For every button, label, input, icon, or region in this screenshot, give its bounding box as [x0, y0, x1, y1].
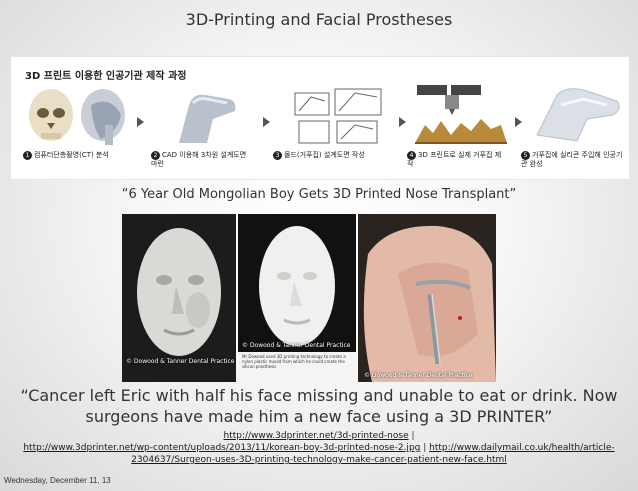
arrow-icon: [515, 117, 522, 127]
diagram-title: 3D 프린트 이용한 인공기관 제작 과정: [25, 71, 187, 82]
silicone-prosthesis-photo: © Dowood & Tanner Dental Practice: [358, 214, 496, 382]
step-1-number: 1: [23, 151, 32, 160]
step-3-label: 몰드(거푸집) 설계도면 작성: [284, 151, 365, 159]
slide-title: 3D-Printing and Facial Prostheses: [185, 10, 453, 29]
arrow-icon: [137, 117, 144, 127]
arrow-icon: [399, 117, 406, 127]
source-links: http://www.3dprinter.net/3d-printed-nose…: [6, 430, 632, 466]
step-5-caption: 5 거푸집에 실리콘 주입해 인공기관 완성: [521, 151, 625, 169]
step-5-number: 5: [521, 151, 530, 160]
footer-date: Wednesday, December 11, 13: [4, 476, 111, 485]
mold-design-image: [275, 85, 395, 177]
step-3-number: 3: [273, 151, 282, 160]
photo-caption: Mr Dowood used 3D printing technology to…: [242, 354, 346, 369]
step-1-label: 컴퓨터단층촬영(CT) 분석: [34, 151, 109, 159]
photo-credit: © Dowood & Tanner Dental Practice: [364, 372, 473, 379]
face-mask-photo: © Dowood & Tanner Dental Practice: [122, 214, 236, 382]
link-separator: |: [420, 443, 430, 453]
step-3-caption: 3 몰드(거푸집) 설계도면 작성: [273, 151, 395, 160]
step-2-caption: 2 CAD 이용해 3차원 설계도면 마련: [151, 151, 251, 169]
step-2-number: 2: [151, 151, 160, 160]
step-4-label: 3D 프린트로 실제 거푸집 제작: [407, 151, 502, 168]
nose-transplant-quote: “6 Year Old Mongolian Boy Gets 3D Printe…: [121, 187, 517, 202]
step-2-label: CAD 이용해 3차원 설계도면 마련: [151, 151, 247, 168]
source-link-3dprinter-nose[interactable]: http://www.3dprinter.net/3d-printed-nose: [223, 431, 408, 441]
photo-credit: © Dowood & Tanner Dental Practice: [242, 342, 351, 349]
printed-face-photo: © Dowood & Tanner Dental Practice Mr Dow…: [238, 214, 356, 382]
step-4-number: 4: [407, 151, 416, 160]
cancer-face-quote: “Cancer left Eric with half his face mis…: [20, 386, 618, 426]
arrow-icon: [263, 117, 270, 127]
step-1-caption: 1 컴퓨터단층촬영(CT) 분석: [23, 151, 143, 160]
step-4-caption: 4 3D 프린트로 실제 거푸집 제작: [407, 151, 507, 169]
source-link-korean-boy-image[interactable]: http://www.3dprinter.net/wp-content/uplo…: [23, 443, 420, 453]
step-5-label: 거푸집에 실리콘 주입해 인공기관 완성: [521, 151, 623, 168]
ct-scan-image: [21, 85, 133, 177]
photo-credit: © Dowood & Tanner Dental Practice: [126, 358, 235, 365]
prosthesis-process-diagram: 3D 프린트 이용한 인공기관 제작 과정 1 컴퓨터단층촬영(CT) 분석 2…: [10, 56, 630, 180]
link-separator: |: [408, 431, 415, 441]
